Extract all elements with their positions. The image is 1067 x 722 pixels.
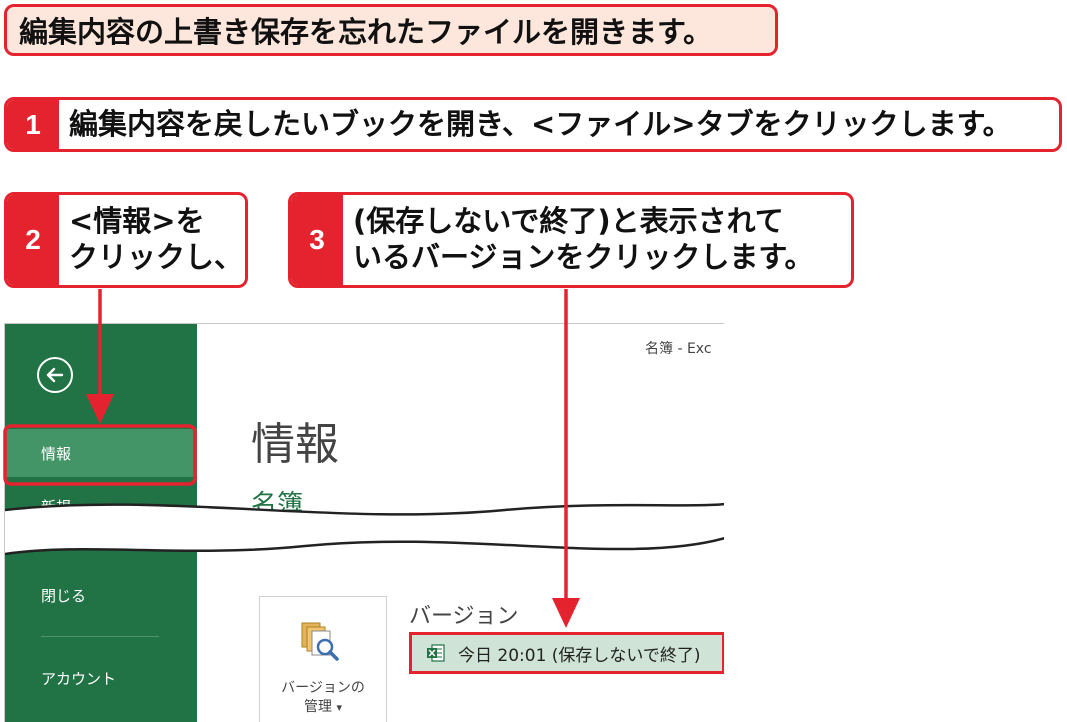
step-2-line-2: クリックし、 (69, 240, 244, 274)
title-callout-text: 編集内容の上書き保存を忘れたファイルを開きます。 (19, 15, 713, 49)
back-arrow-icon (46, 367, 64, 383)
title-callout: 編集内容の上書き保存を忘れたファイルを開きます。 (4, 4, 778, 56)
step-2-line-1: <情報>を (69, 204, 205, 239)
sidebar-item-info[interactable]: 情報 (5, 429, 197, 477)
back-button[interactable] (37, 357, 73, 393)
step-2-callout: 2 <情報>を クリックし、 (4, 192, 248, 288)
step-3-text: (保存しないで終了)と表示されて いるバージョンをクリックします。 (353, 195, 845, 285)
excel-file-icon (427, 644, 445, 662)
step-1-number: 1 (7, 100, 59, 149)
manage-versions-button[interactable]: バージョンの 管理 ▾ (259, 596, 387, 722)
step-2-text: <情報>を クリックし、 (69, 195, 244, 285)
version-entry-text: 今日 20:01 (保存しないで終了) (458, 645, 701, 666)
sidebar-divider (41, 636, 159, 637)
sidebar-item-account[interactable]: アカウント (5, 654, 197, 702)
manage-versions-label-line-2: 管理 ▾ (260, 698, 386, 717)
sidebar-item-account-label: アカウント (41, 669, 117, 688)
step-1-line-1: 編集内容を戻したいブックを開き、<ファイル>タブをクリックします。 (69, 106, 1012, 141)
step-3-line-1: (保存しないで終了)と表示されて (353, 204, 784, 239)
sidebar-item-close[interactable]: 閉じる (5, 571, 197, 619)
version-entry[interactable]: 今日 20:01 (保存しないで終了) (409, 632, 724, 674)
window-title: 名簿 - Exc (645, 341, 712, 357)
step-1-callout: 1 編集内容を戻したいブックを開き、<ファイル>タブをクリックします。 (4, 97, 1062, 152)
step-1-text: 編集内容を戻したいブックを開き、<ファイル>タブをクリックします。 (69, 100, 1053, 149)
excel-backstage-window: 情報 新規 閉じる アカウント 名簿 - Exc 情報 名簿 バージョンの 管理 (4, 323, 724, 722)
step-3-line-2: いるバージョンをクリックします。 (353, 240, 814, 274)
manage-versions-label-line-2-text: 管理 (304, 698, 332, 715)
sidebar-item-close-label: 閉じる (41, 586, 87, 605)
manage-versions-label: バージョンの 管理 ▾ (260, 679, 386, 717)
step-3-callout: 3 (保存しないで終了)と表示されて いるバージョンをクリックします。 (288, 192, 854, 288)
version-history-icon (301, 622, 339, 661)
versions-heading: バージョン (409, 604, 519, 629)
screenshot-break (5, 502, 724, 556)
page-title: 情報 (251, 419, 339, 470)
manage-versions-label-line-1: バージョンの (281, 680, 365, 696)
step-3-number: 3 (291, 195, 343, 285)
sidebar-item-info-label: 情報 (41, 444, 72, 463)
step-2-number: 2 (7, 195, 59, 285)
chevron-down-icon: ▾ (336, 700, 342, 714)
